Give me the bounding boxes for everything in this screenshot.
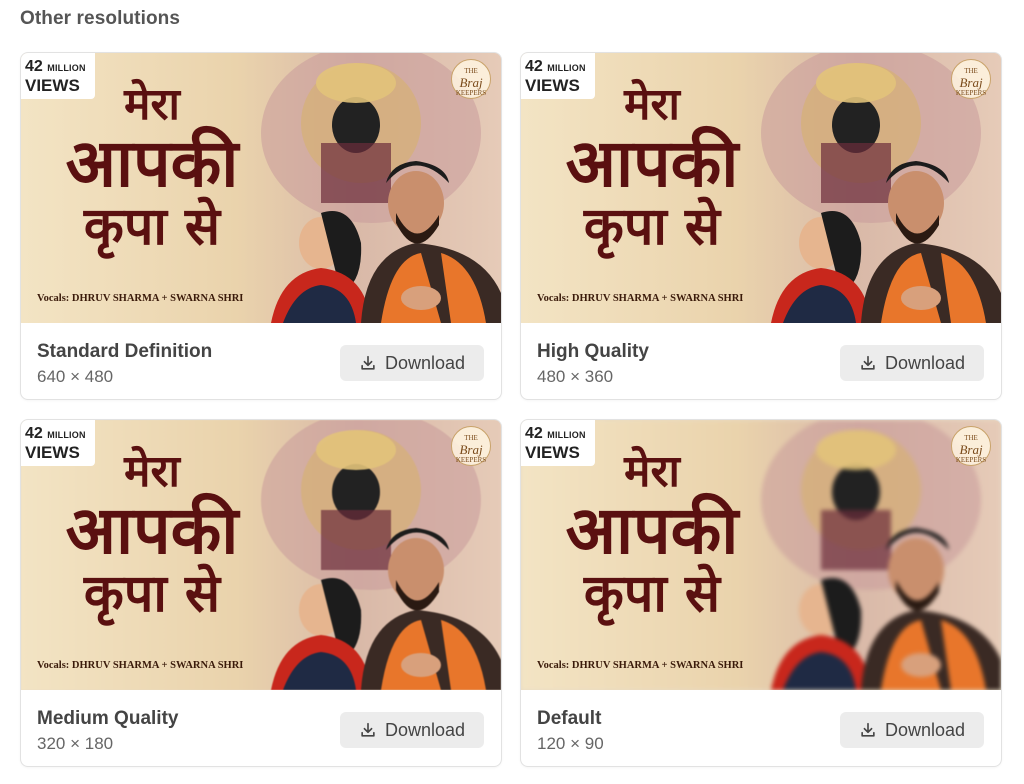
views-million: MILLION: [547, 63, 586, 73]
download-label: Download: [884, 352, 966, 373]
channel-logo: THE Braj KEEPERS: [451, 59, 491, 99]
thumbnail-image: 42 MILLION VIEWS मेरा आपकी कृपा से Vocal…: [521, 53, 1001, 323]
download-button[interactable]: Download: [840, 345, 984, 381]
resolution-label: Standard Definition: [37, 341, 213, 362]
title-line-1: मेरा: [624, 79, 680, 130]
resolution-size: 120 × 90: [537, 734, 604, 753]
download-icon: [861, 355, 875, 370]
logo-bottom: KEEPERS: [955, 88, 987, 97]
logo-main: Braj: [959, 74, 983, 90]
download-button[interactable]: Download: [840, 712, 984, 748]
thumbnail-title: मेरा आपकी कृपा से: [537, 446, 767, 624]
card-info: Default 120 × 90 Download: [521, 690, 1001, 766]
download-button[interactable]: Download: [340, 712, 484, 748]
resolution-size: 480 × 360: [537, 367, 614, 386]
logo-main: Braj: [959, 441, 983, 457]
vocals-credit: Vocals: DHRUV SHARMA + SWARNA SHRI: [537, 293, 744, 304]
resolutions-grid: Other resolutions 42 MILLION VIEWS मेरा …: [0, 0, 1024, 784]
title-line-2: आपकी: [65, 125, 239, 202]
download-button[interactable]: Download: [340, 345, 484, 381]
title-line-3: कृपा से: [583, 564, 721, 624]
resolution-card-3: 42 MILLION VIEWS मेरा आपकी कृपा से Vocal…: [20, 419, 502, 767]
thumbnail-image: 42 MILLION VIEWS मेरा आपकी कृपा से Vocal…: [521, 420, 1001, 690]
channel-logo: THE Braj KEEPERS: [451, 426, 491, 466]
thumbnail-title: मेरा आपकी कृपा से: [537, 79, 767, 257]
title-line-1: मेरा: [624, 446, 680, 497]
logo-main: Braj: [459, 74, 483, 90]
logo-bottom: KEEPERS: [455, 455, 487, 464]
title-line-2: आपकी: [565, 492, 739, 569]
thumbnail-title: मेरा आपकी कृपा से: [37, 79, 267, 257]
title-line-3: कृपा से: [83, 197, 221, 257]
resolution-label: Medium Quality: [37, 708, 179, 729]
download-icon: [861, 722, 875, 737]
resolution-size: 640 × 480: [37, 367, 114, 386]
views-million: MILLION: [547, 430, 586, 440]
title-line-1: मेरा: [124, 446, 180, 497]
logo-bottom: KEEPERS: [455, 88, 487, 97]
download-label: Download: [884, 719, 966, 740]
logo-main: Braj: [459, 441, 483, 457]
vocals-credit: Vocals: DHRUV SHARMA + SWARNA SHRI: [37, 293, 244, 304]
views-million: MILLION: [47, 430, 86, 440]
logo-top: THE: [464, 67, 478, 75]
thumbnail-title: मेरा आपकी कृपा से: [37, 446, 267, 624]
title-line-1: मेरा: [124, 79, 180, 130]
vocals-credit: Vocals: DHRUV SHARMA + SWARNA SHRI: [37, 660, 244, 671]
resolution-card-1: 42 MILLION VIEWS मेरा आपकी कृपा से Vocal…: [20, 52, 502, 400]
download-label: Download: [384, 352, 466, 373]
views-million: MILLION: [47, 63, 86, 73]
title-line-3: कृपा से: [583, 197, 721, 257]
logo-top: THE: [964, 67, 978, 75]
views-number: 42: [525, 58, 543, 75]
channel-logo: THE Braj KEEPERS: [951, 59, 991, 99]
logo-top: THE: [964, 434, 978, 442]
thumbnail-image: 42 MILLION VIEWS मेरा आपकी कृपा से Vocal…: [21, 53, 501, 323]
card-info: High Quality 480 × 360 Download: [521, 323, 1001, 399]
logo-top: THE: [464, 434, 478, 442]
vocals-credit: Vocals: DHRUV SHARMA + SWARNA SHRI: [537, 660, 744, 671]
card-info: Medium Quality 320 × 180 Download: [21, 690, 501, 766]
title-line-2: आपकी: [565, 125, 739, 202]
views-number: 42: [25, 58, 43, 75]
resolution-card-2: 42 MILLION VIEWS मेरा आपकी कृपा से Vocal…: [520, 52, 1002, 400]
resolution-label: High Quality: [537, 341, 649, 362]
resolution-size: 320 × 180: [37, 734, 114, 753]
views-number: 42: [25, 425, 43, 442]
title-line-3: कृपा से: [83, 564, 221, 624]
section-title: Other resolutions: [20, 8, 181, 29]
download-icon: [361, 722, 375, 737]
channel-logo: THE Braj KEEPERS: [951, 426, 991, 466]
title-line-2: आपकी: [65, 492, 239, 569]
resolution-card-4: 42 MILLION VIEWS मेरा आपकी कृपा से Vocal…: [520, 419, 1002, 767]
card-info: Standard Definition 640 × 480 Download: [21, 323, 501, 399]
logo-bottom: KEEPERS: [955, 455, 987, 464]
thumbnail-image: 42 MILLION VIEWS मेरा आपकी कृपा से Vocal…: [21, 420, 501, 690]
download-icon: [361, 355, 375, 370]
download-label: Download: [384, 719, 466, 740]
views-number: 42: [525, 425, 543, 442]
resolution-label: Default: [537, 708, 602, 729]
